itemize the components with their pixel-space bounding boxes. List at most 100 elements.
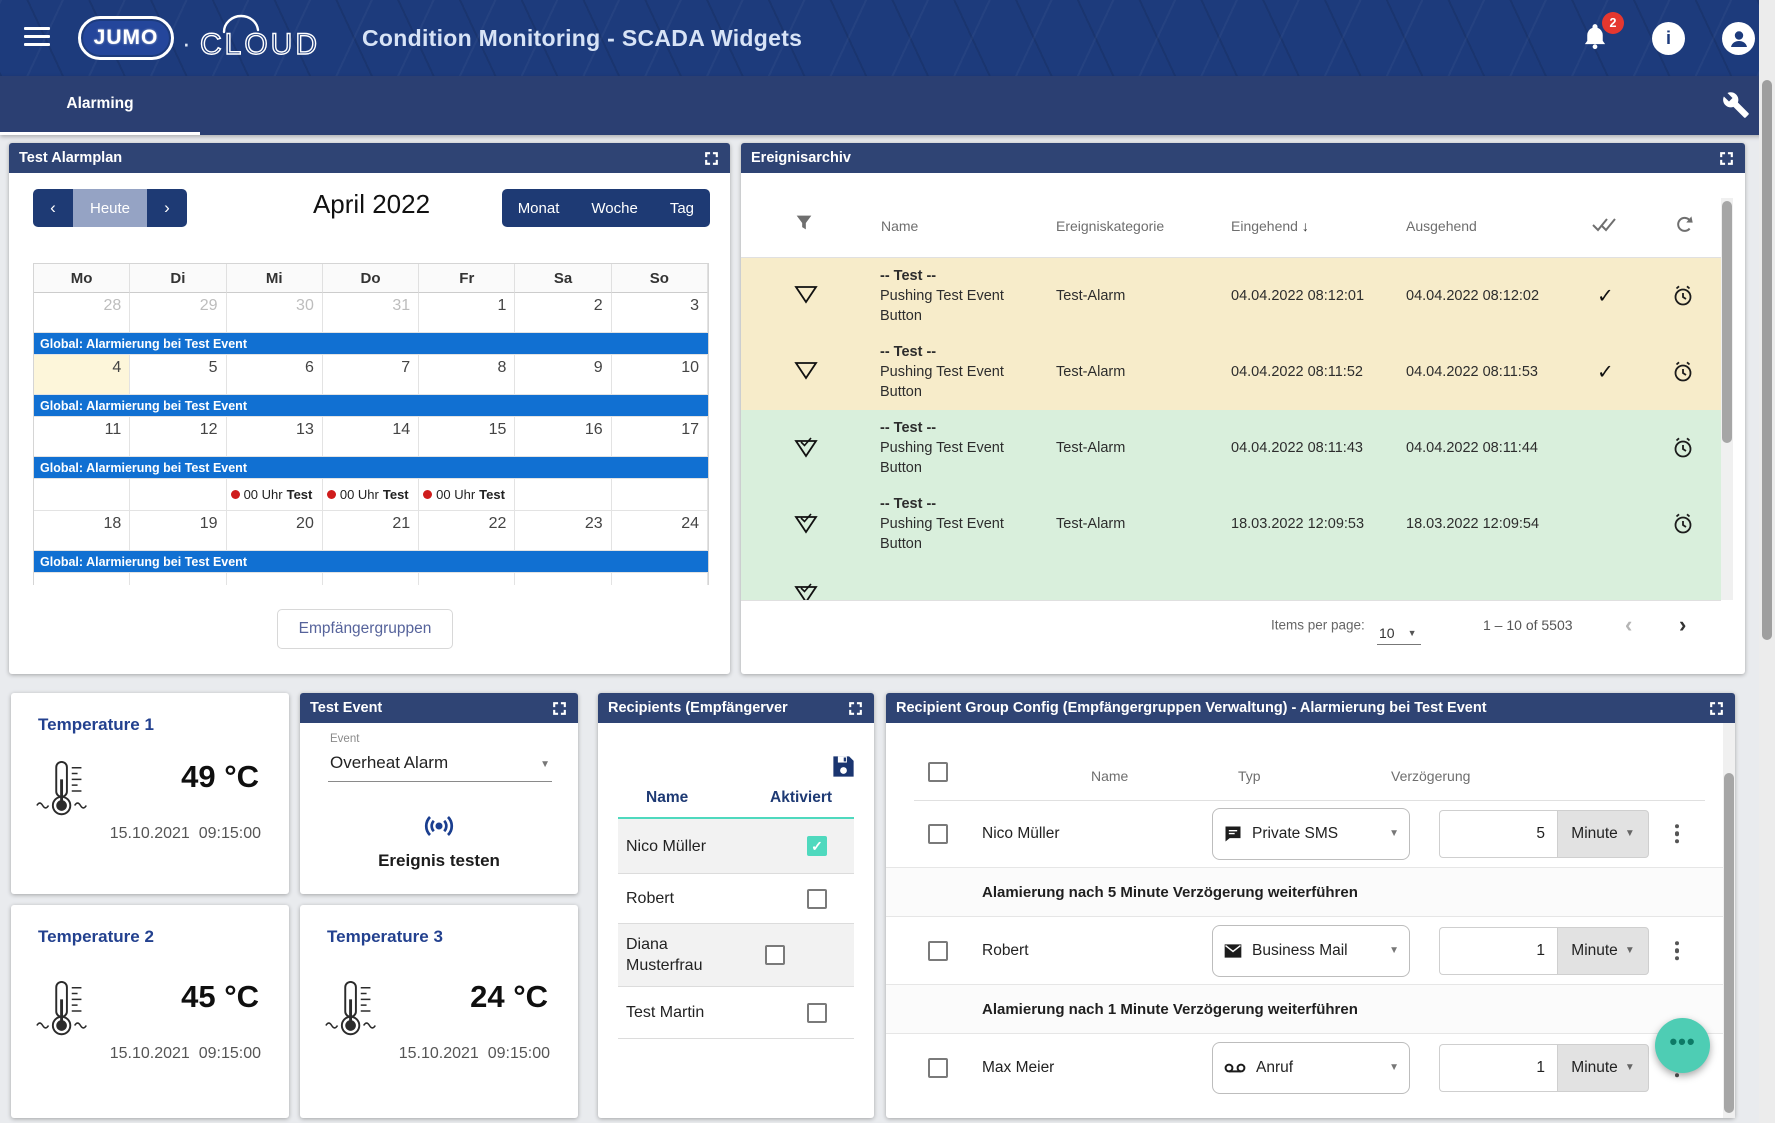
row-menu-button[interactable] (1668, 821, 1686, 847)
group-config-row: Robert Business Mail ▼ 1 Minute▼ (886, 917, 1732, 984)
event-row-clipped[interactable]: -- Test --Pushing Test Event Test-Alarm … (741, 562, 1721, 600)
alarm-clock-icon[interactable] (1671, 360, 1695, 384)
calendar-day[interactable]: 13 (227, 417, 323, 457)
column-incoming-sorted[interactable]: Eingehend ↓ (1231, 218, 1309, 234)
calendar-day-event[interactable]: 00 UhrTest (419, 479, 515, 511)
calendar-event-bar[interactable]: Global: Alarmierung bei Test Event (34, 457, 708, 479)
filter-icon[interactable] (793, 212, 815, 234)
calendar-day-event[interactable]: 00 UhrTest (323, 479, 419, 511)
event-row[interactable]: -- Test --Pushing Test EventButton Test-… (741, 334, 1721, 410)
delay-band-row: Alamierung nach 5 Minute Verzögerung wei… (886, 867, 1732, 917)
recipient-checkbox[interactable] (807, 889, 827, 909)
calendar-day[interactable]: 22 (419, 511, 515, 551)
row-checkbox[interactable] (928, 1058, 948, 1078)
calendar-day[interactable]: 16 (515, 417, 611, 457)
column-outgoing[interactable]: Ausgehend (1406, 218, 1477, 234)
fullscreen-icon[interactable] (847, 700, 864, 717)
calendar-day[interactable]: 28 (34, 293, 130, 333)
info-button[interactable]: i (1652, 22, 1685, 55)
row-checkbox[interactable] (928, 941, 948, 961)
refresh-icon[interactable] (1673, 212, 1697, 236)
page-scrollbar[interactable] (1759, 0, 1775, 1123)
save-icon[interactable] (830, 753, 857, 780)
row-checkbox[interactable] (928, 824, 948, 844)
calendar-event-bar[interactable]: Global: Alarmierung bei Test Event (34, 551, 708, 573)
config-scrollbar-thumb[interactable] (1724, 773, 1734, 1113)
event-select[interactable]: Overheat Alarm ▼ (328, 749, 552, 782)
calendar-day[interactable]: 17 (612, 417, 708, 457)
pagination-prev-button[interactable]: ‹ (1625, 612, 1632, 638)
floating-action-button[interactable]: ••• (1655, 1018, 1710, 1073)
delay-unit-select[interactable]: Minute▼ (1557, 810, 1649, 858)
notification-type-select[interactable]: Private SMS ▼ (1212, 808, 1410, 860)
delay-value-input[interactable]: 1 (1439, 1044, 1557, 1092)
delay-unit-select[interactable]: Minute▼ (1557, 927, 1649, 975)
fullscreen-icon[interactable] (703, 150, 720, 167)
delay-value-input[interactable]: 5 (1439, 810, 1557, 858)
empfaengergruppen-button[interactable]: Empfängergruppen (277, 609, 453, 649)
calendar-day[interactable]: 19 (130, 511, 226, 551)
delay-value-input[interactable]: 1 (1439, 927, 1557, 975)
recipient-checkbox-checked[interactable]: ✓ (807, 836, 827, 856)
archive-scrollbar-thumb[interactable] (1722, 201, 1732, 443)
view-month-button[interactable]: Monat (502, 189, 576, 227)
alarm-clock-icon[interactable] (1671, 284, 1695, 308)
event-outgoing: 04.04.2022 08:11:53 (1406, 364, 1538, 380)
fullscreen-icon[interactable] (1708, 700, 1725, 717)
settings-wrench-button[interactable] (1722, 91, 1752, 121)
notification-type-select[interactable]: Business Mail ▼ (1212, 925, 1410, 977)
alarm-clock-icon[interactable] (1671, 512, 1695, 536)
calendar-day[interactable]: 24 (612, 511, 708, 551)
calendar-day[interactable]: 2 (515, 293, 611, 333)
fullscreen-icon[interactable] (1718, 150, 1735, 167)
menu-icon[interactable] (24, 27, 50, 49)
calendar-day[interactable]: 8 (419, 355, 515, 395)
notification-type-select[interactable]: Anruf ▼ (1212, 1042, 1410, 1094)
calendar-event-bar[interactable]: Global: Alarmierung bei Test Event (34, 333, 708, 355)
delay-unit-select[interactable]: Minute▼ (1557, 1044, 1649, 1092)
calendar-day[interactable]: 23 (515, 511, 611, 551)
calendar-day[interactable]: 5 (130, 355, 226, 395)
calendar-day[interactable]: 21 (323, 511, 419, 551)
view-day-button[interactable]: Tag (654, 189, 710, 227)
recipient-checkbox[interactable] (765, 945, 785, 965)
items-per-page-select[interactable]: 10▼ (1377, 625, 1421, 645)
pagination-next-button[interactable]: › (1679, 612, 1686, 638)
calendar-day[interactable]: 12 (130, 417, 226, 457)
select-all-checkbox[interactable] (928, 762, 948, 782)
column-category[interactable]: Ereigniskategorie (1056, 218, 1164, 234)
calendar-day[interactable]: 18 (34, 511, 130, 551)
calendar-day[interactable]: 9 (515, 355, 611, 395)
alarm-clock-icon[interactable] (1671, 436, 1695, 460)
calendar-day-event[interactable]: 00 UhrTest (227, 479, 323, 511)
mail-icon (1223, 941, 1243, 961)
calendar-day[interactable]: 15 (419, 417, 515, 457)
view-week-button[interactable]: Woche (575, 189, 653, 227)
acknowledge-all-icon[interactable] (1591, 214, 1621, 236)
page-scrollbar-thumb[interactable] (1762, 80, 1772, 640)
calendar-event-bar[interactable]: Global: Alarmierung bei Test Event (34, 395, 708, 417)
account-button[interactable] (1722, 22, 1755, 55)
calendar-day[interactable]: 3 (612, 293, 708, 333)
row-menu-button[interactable] (1668, 938, 1686, 964)
notifications-button[interactable]: 2 (1580, 20, 1620, 60)
calendar-day[interactable]: 10 (612, 355, 708, 395)
event-row[interactable]: -- Test --Pushing Test EventButton Test-… (741, 410, 1721, 486)
tab-alarming[interactable]: Alarming (0, 76, 200, 135)
calendar-day[interactable]: 11 (34, 417, 130, 457)
test-event-button[interactable]: Ereignis testen (300, 811, 578, 871)
calendar-day[interactable]: 6 (227, 355, 323, 395)
event-row[interactable]: -- Test --Pushing Test EventButton Test-… (741, 486, 1721, 562)
event-row[interactable]: -- Test --Pushing Test EventButton Test-… (741, 258, 1721, 334)
calendar-day[interactable]: 7 (323, 355, 419, 395)
calendar-day[interactable]: 29 (130, 293, 226, 333)
calendar-day[interactable]: 20 (227, 511, 323, 551)
calendar-day[interactable]: 1 (419, 293, 515, 333)
calendar-day[interactable]: 31 (323, 293, 419, 333)
calendar-day[interactable]: 14 (323, 417, 419, 457)
calendar-day[interactable]: 30 (227, 293, 323, 333)
column-name[interactable]: Name (881, 218, 918, 234)
fullscreen-icon[interactable] (551, 700, 568, 717)
calendar-day-today[interactable]: 4 (34, 355, 130, 395)
recipient-checkbox[interactable] (807, 1003, 827, 1023)
